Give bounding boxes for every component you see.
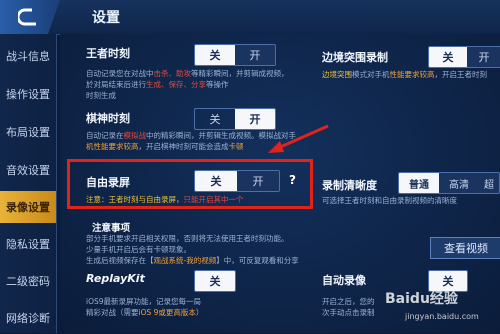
sidebar-item-privacy[interactable]: 隐私设置	[0, 228, 56, 260]
baidu-watermark: Baidu经验	[385, 291, 458, 307]
quality-option-hd[interactable]: 高清	[439, 173, 479, 193]
king-moment-off-option[interactable]: 关	[195, 45, 235, 65]
king-moment-on-option[interactable]: 开	[235, 45, 275, 65]
view-videos-button[interactable]: 查看视频	[430, 237, 500, 259]
notes-text: 部分手机要求开启相关权限，否则将无法使用王者时刻功能。 少量手机开启后会有卡顿现…	[86, 234, 299, 265]
replaykit-toggle[interactable]: 关	[194, 270, 236, 292]
top-bar: 设置	[0, 0, 500, 35]
king-moment-description: 自动记录您在对战中击杀、助攻等精彩瞬间，并剪辑成视频， 於对局结束后进行生成、保…	[86, 69, 289, 100]
chess-moment-toggle[interactable]: 关 开	[194, 108, 276, 130]
auto-record-label: 自动录像	[322, 274, 366, 287]
edge-record-label: 边境突围录制	[322, 51, 388, 64]
sidebar-item-controls[interactable]: 操作设置	[0, 78, 56, 110]
back-arrow-icon	[18, 8, 36, 26]
sidebar-item-secondary-password[interactable]: 二级密码	[0, 265, 56, 297]
auto-record-description: 开启之后，您的 次手动点击录制	[322, 297, 375, 317]
chess-moment-off-option[interactable]: 关	[195, 109, 235, 129]
replaykit-label: ReplayKit	[86, 272, 145, 285]
chess-moment-on-option[interactable]: 开	[235, 109, 275, 129]
notes-title: 注意事项	[92, 223, 131, 234]
king-moment-label: 王者时刻	[86, 47, 130, 60]
edge-record-toggle[interactable]: 关 开	[428, 46, 500, 68]
quality-option-normal[interactable]: 普通	[399, 173, 439, 193]
annotation-highlight-box	[67, 159, 313, 209]
record-quality-description: 可选择王者时刻和自由录制视频的清晰度	[322, 196, 457, 205]
edge-record-description: 边境突围模式对手机性能要求较高，开启王者时刻	[322, 70, 487, 79]
back-button[interactable]	[0, 0, 60, 34]
replaykit-description: iOS9最新录屏功能，记录您每一局 精彩对战（需要iOS 9或更高版本）	[86, 297, 204, 317]
sidebar-item-audio[interactable]: 音效设置	[0, 154, 56, 186]
sidebar-item-network-diagnosis[interactable]: 网络诊断	[0, 302, 56, 334]
record-quality-label: 录制清晰度	[322, 179, 377, 192]
sidebar-item-recording[interactable]: 录像设置	[0, 191, 56, 223]
chess-moment-label: 棋神时刻	[86, 112, 130, 125]
quality-option-super[interactable]: 超	[479, 173, 499, 193]
chess-moment-description: 自动记录在模拟战中的精彩瞬间，并剪辑生成视频。模拟战对手 机性能要求较高，开启棋…	[86, 131, 296, 151]
baidu-watermark-url: jingyan.baidu.com	[405, 312, 479, 321]
edge-record-off-option[interactable]: 关	[429, 47, 467, 67]
sidebar: 战斗信息 操作设置 布局设置 音效设置 录像设置 隐私设置 二级密码 网络诊断	[0, 34, 57, 333]
edge-record-on-option[interactable]: 开	[467, 47, 500, 67]
page-title: 设置	[92, 10, 120, 26]
sidebar-item-battle-info[interactable]: 战斗信息	[0, 40, 56, 72]
sidebar-item-layout[interactable]: 布局设置	[0, 116, 56, 148]
replaykit-off-option[interactable]: 关	[195, 271, 235, 291]
king-moment-toggle[interactable]: 关 开	[194, 44, 276, 66]
record-quality-selector[interactable]: 普通 高清 超	[398, 172, 500, 194]
